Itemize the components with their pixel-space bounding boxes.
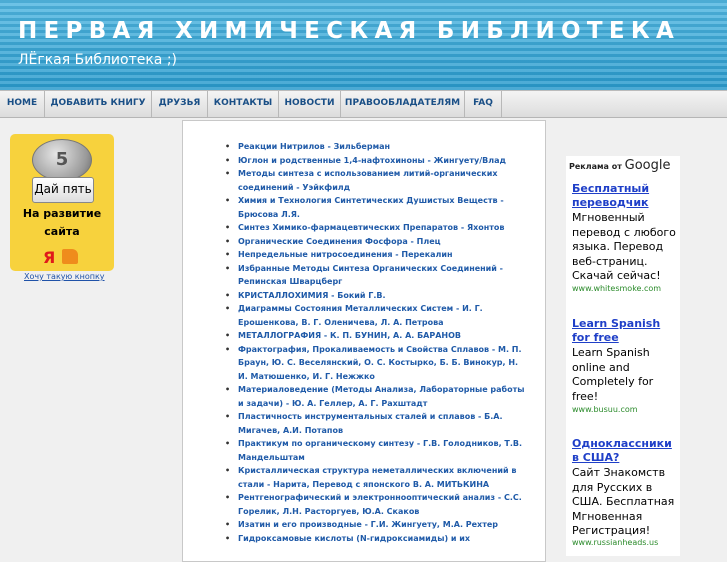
ads-label-text: Реклама от bbox=[569, 162, 622, 171]
book-title[interactable]: Непредельные нитросоединения - Перекалин bbox=[238, 250, 453, 259]
book-title[interactable]: Фрактография, Прокаливаемость и Свойства… bbox=[238, 345, 522, 381]
book-title[interactable]: Юглон и родственные 1,4-нафтохиноны - Жи… bbox=[238, 156, 506, 165]
nav-news[interactable]: НОВОСТИ bbox=[279, 91, 341, 117]
book-link[interactable]: • Органические Соединения Фосфора - Плец bbox=[224, 235, 529, 249]
bullet-icon: • bbox=[225, 142, 231, 151]
nav-rightholders[interactable]: ПРАВООБЛАДАТЕЛЯМ bbox=[341, 91, 465, 117]
coin-icon: 5 bbox=[32, 139, 92, 181]
book-title[interactable]: Кристаллическая структура неметаллически… bbox=[238, 466, 516, 489]
bullet-icon: • bbox=[225, 290, 231, 300]
donate-caption: На развитие сайта bbox=[22, 207, 102, 238]
book-link[interactable]: • КРИСТАЛЛОХИМИЯ - Бокий Г.В. bbox=[224, 289, 529, 303]
ad-title[interactable]: Одноклассники в США? bbox=[572, 437, 676, 465]
book-link[interactable]: • Химия и Технология Синтетических Душист… bbox=[224, 194, 529, 221]
bullet-icon: • bbox=[225, 250, 231, 259]
book-link[interactable]: • Изатин и его производные - Г.И. Жингует… bbox=[224, 518, 529, 532]
book-link[interactable]: • Методы синтеза с использованием литий-о… bbox=[224, 167, 529, 194]
ad-text: Мгновенный перевод с любого языка. Перев… bbox=[572, 211, 676, 282]
book-title[interactable]: Гидроксамовые кислоты (N-гидроксиамиды) … bbox=[238, 534, 470, 543]
book-title[interactable]: Рентгенографический и электроннооптическ… bbox=[238, 493, 522, 516]
ads-panel: Реклама от Google Бесплатный переводчик … bbox=[566, 156, 680, 556]
book-title[interactable]: Синтез Химико-фармацевтических Препарато… bbox=[238, 223, 505, 232]
bullet-icon: • bbox=[225, 223, 231, 232]
google-logo: Google bbox=[624, 158, 671, 173]
ad-url[interactable]: www.whitesmoke.com bbox=[572, 284, 661, 293]
book-link[interactable]: • МЕТАЛЛОГРАФИЯ - К. П. БУНИН, А. А. БАРА… bbox=[224, 329, 529, 343]
bullet-icon: • bbox=[225, 304, 231, 313]
book-link[interactable]: • Синтез Химико-фармацевтических Препарат… bbox=[224, 221, 529, 235]
site-title[interactable]: ПЕРВАЯ ХИМИЧЕСКАЯ БИБЛИОТЕКА bbox=[18, 18, 680, 44]
bullet-icon: • bbox=[225, 412, 231, 421]
book-link[interactable]: • Непредельные нитросоединения - Перекали… bbox=[224, 248, 529, 262]
book-list: • Реакции Нитрилов - Зильберман • Юглон и р… bbox=[224, 140, 529, 545]
bullet-icon: • bbox=[225, 466, 231, 475]
book-link[interactable]: • Кристаллическая структура неметаллическ… bbox=[224, 464, 529, 491]
ad-text: Сайт Знакомств для Русских в США. Беспла… bbox=[572, 466, 675, 537]
nav-add-book[interactable]: ДОБАВИТЬ КНИГУ bbox=[45, 91, 152, 117]
yandex-icon[interactable]: Я bbox=[43, 248, 55, 267]
ad-title[interactable]: Learn Spanish for free bbox=[572, 317, 676, 345]
donate-widget: 5 Дай пять На развитие сайта Я bbox=[10, 134, 114, 271]
bullet-icon: • bbox=[225, 533, 231, 543]
book-title[interactable]: КРИСТАЛЛОХИМИЯ - Бокий Г.В. bbox=[238, 291, 386, 300]
bullet-icon: • bbox=[225, 331, 231, 340]
book-link[interactable]: • Диаграммы Состояния Металлических Систе… bbox=[224, 302, 529, 329]
book-link[interactable]: • Избранные Методы Синтеза Органических С… bbox=[224, 262, 529, 289]
site-header bbox=[0, 0, 727, 90]
nav-faq[interactable]: FAQ bbox=[465, 91, 502, 117]
book-title[interactable]: Изатин и его производные - Г.И. Жингуету… bbox=[238, 520, 498, 529]
book-link[interactable]: • Реакции Нитрилов - Зильберман bbox=[224, 140, 529, 154]
nav-contacts[interactable]: КОНТАКТЫ bbox=[208, 91, 279, 117]
bullet-icon: • bbox=[225, 196, 231, 205]
bullet-icon: • bbox=[225, 439, 231, 448]
ad-text: Learn Spanish online and Completely for … bbox=[572, 346, 654, 403]
ad-title[interactable]: Бесплатный переводчик bbox=[572, 182, 676, 210]
bullet-icon: • bbox=[225, 344, 231, 354]
book-link[interactable]: • Пластичность инструментальных сталей и … bbox=[224, 410, 529, 437]
book-title[interactable]: Химия и Технология Синтетических Душисты… bbox=[238, 196, 504, 219]
wallet-icon[interactable] bbox=[62, 249, 78, 264]
bullet-icon: • bbox=[225, 520, 231, 529]
book-title[interactable]: Диаграммы Состояния Металлических Систем… bbox=[238, 304, 483, 327]
ads-label[interactable]: Реклама от Google bbox=[569, 158, 670, 173]
ad-url[interactable]: www.russianheads.us bbox=[572, 538, 658, 547]
bullet-icon: • bbox=[225, 236, 231, 246]
bullet-icon: • bbox=[225, 385, 231, 394]
book-title[interactable]: МЕТАЛЛОГРАФИЯ - К. П. БУНИН, А. А. БАРАН… bbox=[238, 331, 461, 340]
book-link[interactable]: • Гидроксамовые кислоты (N-гидроксиамиды)… bbox=[224, 532, 529, 546]
bullet-icon: • bbox=[225, 169, 231, 178]
book-link[interactable]: • Материаловедение (Методы Анализа, Лабор… bbox=[224, 383, 529, 410]
nav-friends[interactable]: ДРУЗЬЯ bbox=[152, 91, 208, 117]
bullet-icon: • bbox=[225, 263, 231, 273]
want-button-link[interactable]: Хочу такую кнопку bbox=[24, 272, 105, 281]
book-title[interactable]: Избранные Методы Синтеза Органических Со… bbox=[238, 264, 503, 287]
book-title[interactable]: Методы синтеза с использованием литий-ор… bbox=[238, 169, 498, 192]
site-subtitle: ЛЁгкая Библиотека ;) bbox=[18, 52, 178, 68]
ad-url[interactable]: www.busuu.com bbox=[572, 405, 638, 414]
nav-home[interactable]: HOME bbox=[0, 91, 45, 117]
main-nav: HOME ДОБАВИТЬ КНИГУ ДРУЗЬЯ КОНТАКТЫ НОВО… bbox=[0, 90, 727, 118]
book-link[interactable]: • Юглон и родственные 1,4-нафтохиноны - Ж… bbox=[224, 154, 529, 168]
bullet-icon: • bbox=[225, 493, 231, 502]
book-title[interactable]: Практикум по органическому синтезу - Г.В… bbox=[238, 439, 522, 462]
book-title[interactable]: Реакции Нитрилов - Зильберман bbox=[238, 142, 390, 151]
book-link[interactable]: • Фрактография, Прокаливаемость и Свойств… bbox=[224, 343, 529, 384]
bullet-icon: • bbox=[225, 155, 231, 165]
book-link[interactable]: • Практикум по органическому синтезу - Г.… bbox=[224, 437, 529, 464]
book-title[interactable]: Пластичность инструментальных сталей и с… bbox=[238, 412, 503, 435]
book-title[interactable]: Материаловедение (Методы Анализа, Лабора… bbox=[238, 385, 525, 408]
donate-button[interactable]: Дай пять bbox=[32, 177, 94, 203]
book-link[interactable]: • Рентгенографический и электроннооптичес… bbox=[224, 491, 529, 518]
book-title[interactable]: Органические Соединения Фосфора - Плец bbox=[238, 237, 441, 246]
